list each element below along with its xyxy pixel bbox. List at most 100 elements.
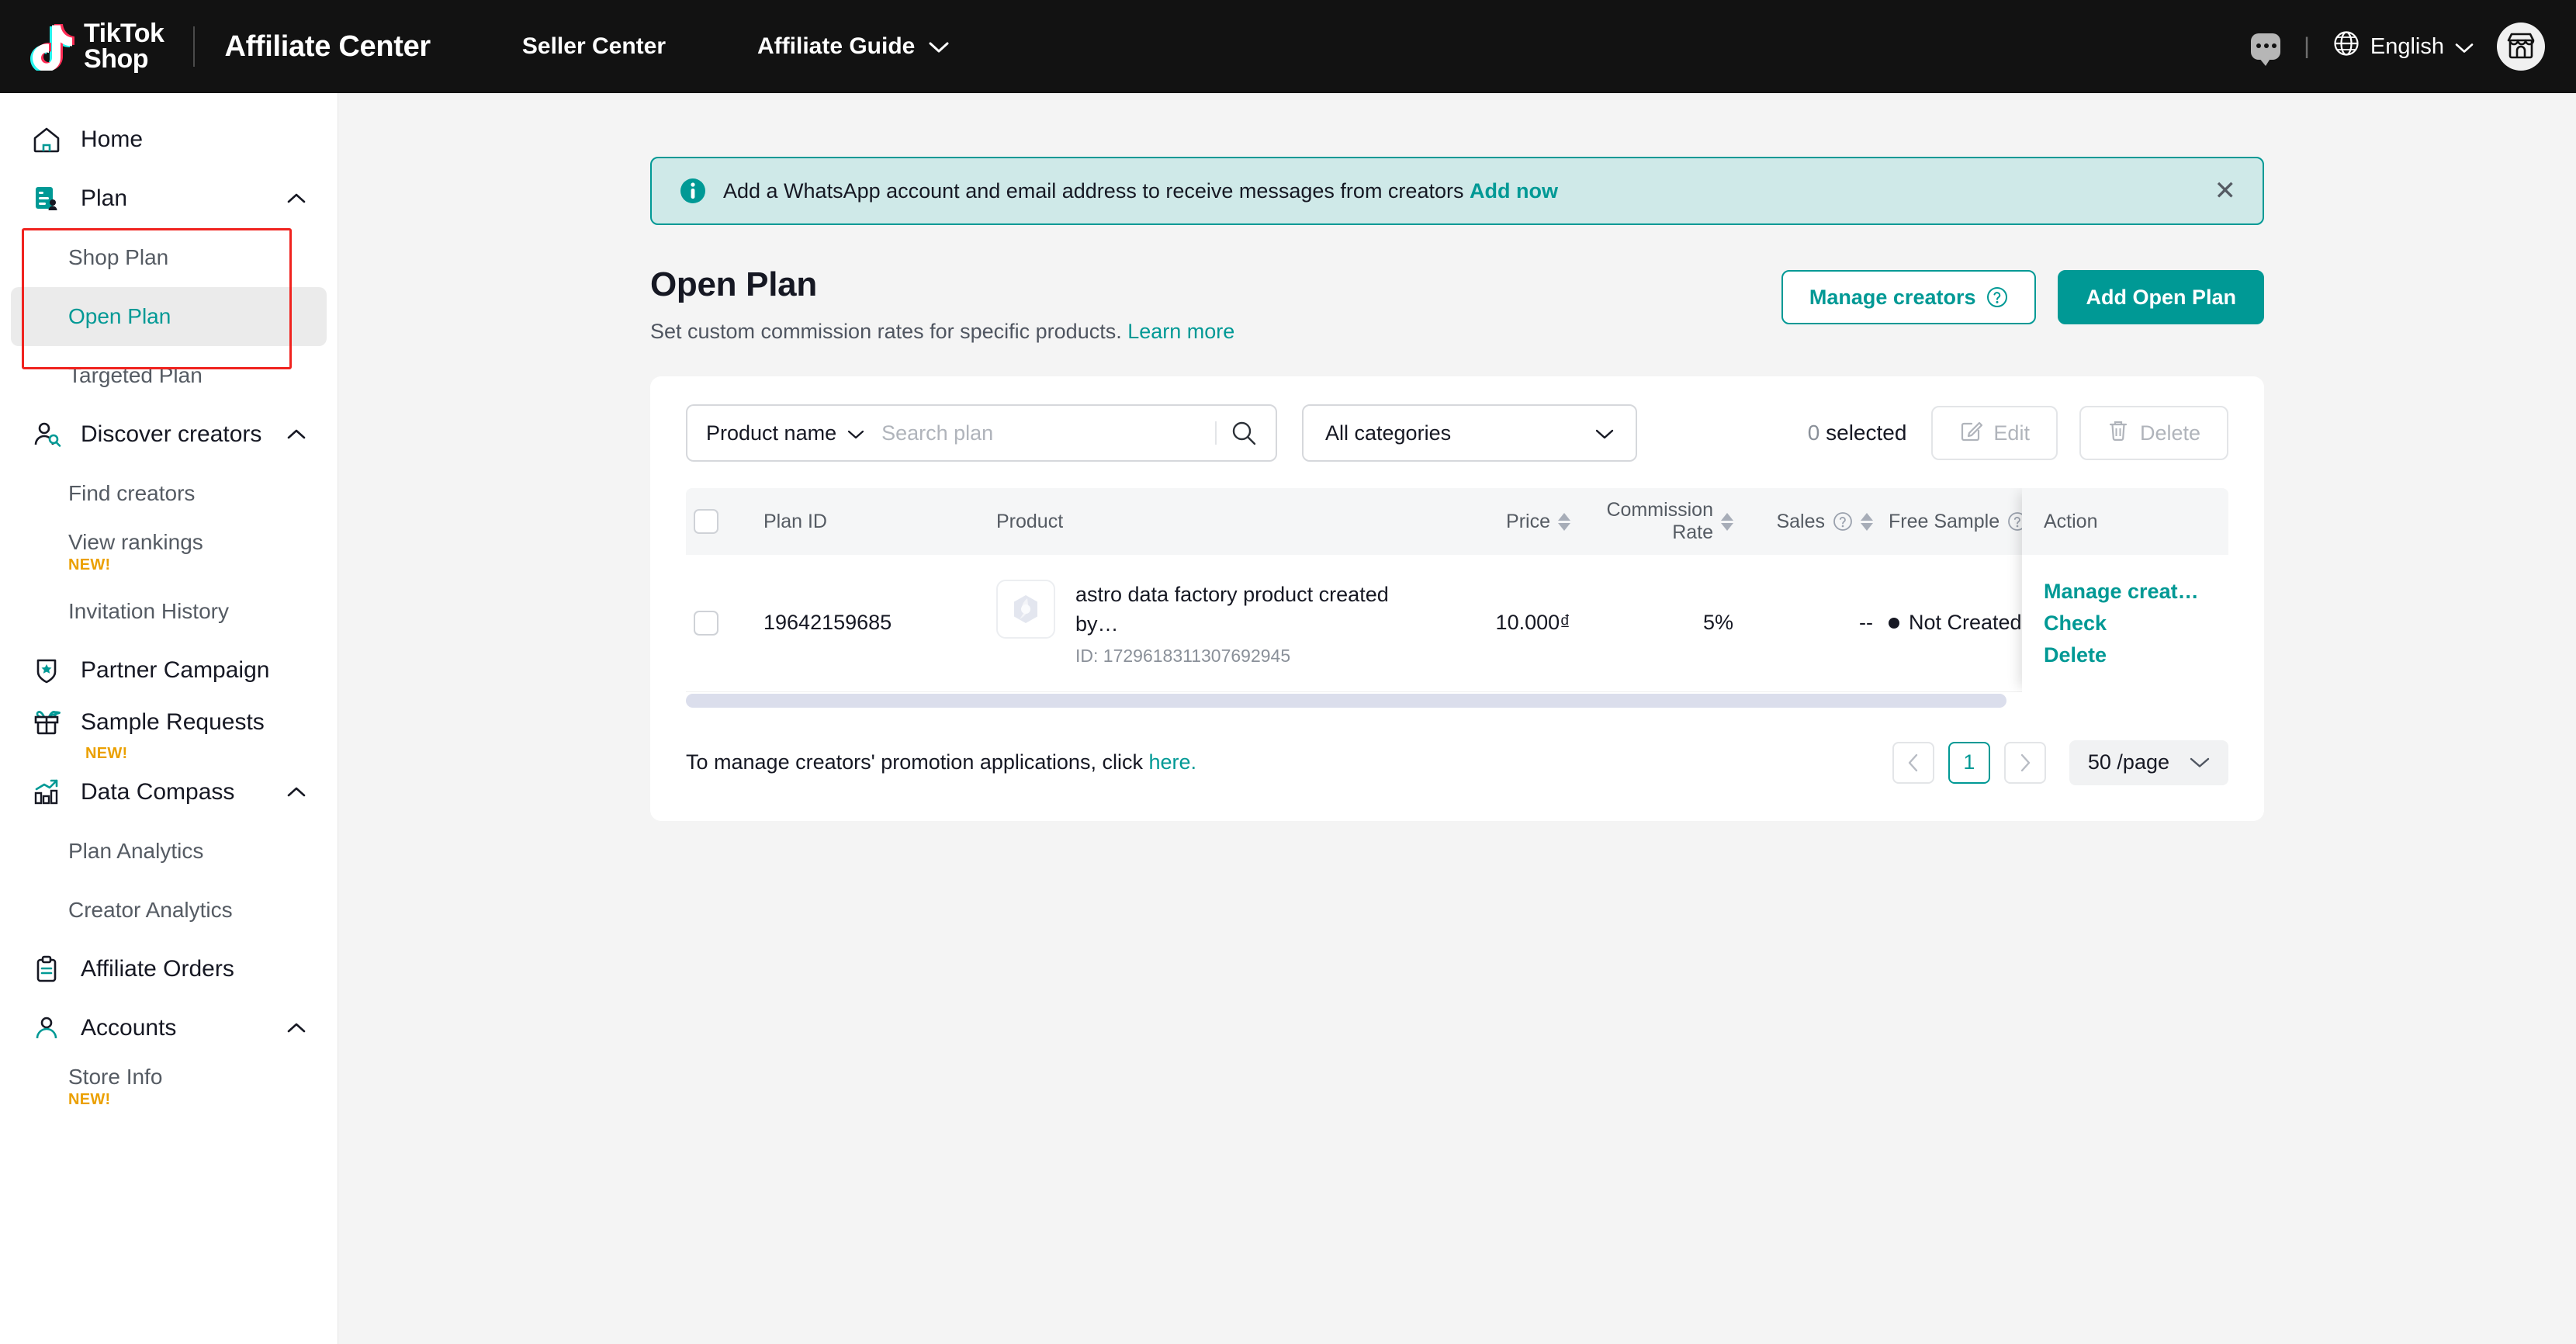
learn-more-link[interactable]: Learn more <box>1127 320 1234 343</box>
close-icon[interactable]: ✕ <box>2214 178 2237 204</box>
sidebar-item-view-rankings[interactable]: View rankings NEW! <box>11 523 327 582</box>
chevron-right-icon <box>2018 753 2032 773</box>
footer-note: To manage creators' promotion applicatio… <box>686 750 1196 774</box>
th-price-label: Price <box>1506 511 1550 533</box>
main-content: Add a WhatsApp account and email address… <box>338 93 2576 1344</box>
sidebar-item-home-label: Home <box>81 126 143 153</box>
select-all-checkbox[interactable] <box>694 509 718 534</box>
chevron-up-icon[interactable] <box>285 187 308 210</box>
scrollbar-thumb[interactable] <box>686 694 2006 708</box>
table-horizontal-scrollbar[interactable] <box>686 692 2228 709</box>
info-icon <box>678 176 708 206</box>
pagination-prev-button[interactable] <box>1892 742 1934 784</box>
store-avatar-button[interactable] <box>2497 23 2545 71</box>
header-right-divider: | <box>2304 33 2310 60</box>
cell-row-checkbox <box>686 555 756 691</box>
sidebar-item-discover-creators[interactable]: Discover creators <box>0 405 338 464</box>
sidebar-item-invitation-history[interactable]: Invitation History <box>11 582 327 641</box>
topnav-seller-center[interactable]: Seller Center <box>522 33 666 60</box>
chevron-up-icon[interactable] <box>285 781 308 804</box>
banner-add-now-link[interactable]: Add now <box>1470 179 1558 203</box>
search-field-label: Product name <box>706 421 836 445</box>
table-row: 19642159685 <box>686 555 2228 691</box>
sidebar-item-store-info[interactable]: Store Info NEW! <box>11 1058 327 1117</box>
product-name: astro data factory product created by… <box>1075 583 1389 636</box>
price-sort-icon[interactable] <box>1558 513 1570 531</box>
page-size-value: 50 /page <box>2088 750 2169 774</box>
topnav-affiliate-guide[interactable]: Affiliate Guide <box>757 33 949 60</box>
language-label: English <box>2370 34 2444 60</box>
header-divider <box>193 26 195 67</box>
category-select[interactable]: All categories <box>1302 404 1637 462</box>
search-field-selector[interactable]: Product name <box>706 421 864 445</box>
free-sample-status: Not Created <box>1909 611 2022 635</box>
tiktok-shop-logo[interactable]: TikTok Shop <box>29 21 164 71</box>
message-bubble-icon[interactable] <box>2251 33 2280 60</box>
chevron-down-icon <box>2455 34 2474 60</box>
th-plan-id-label: Plan ID <box>763 511 827 532</box>
commission-sort-icon[interactable] <box>1721 513 1733 531</box>
banner-text: Add a WhatsApp account and email address… <box>723 179 1558 203</box>
pagination-next-button[interactable] <box>2004 742 2046 784</box>
sidebar-item-targeted-plan[interactable]: Targeted Plan <box>11 346 327 405</box>
sales-sort-icon[interactable] <box>1861 513 1873 531</box>
page-size-select[interactable]: 50 /page <box>2069 740 2228 785</box>
sidebar-item-accounts[interactable]: Accounts <box>0 999 338 1058</box>
page-header-actions: Manage creators Add Open Plan <box>1781 265 2264 324</box>
footer-here-link[interactable]: here. <box>1148 750 1196 774</box>
sidebar-item-shop-plan[interactable]: Shop Plan <box>11 228 327 287</box>
delete-button[interactable]: Delete <box>2079 406 2228 460</box>
new-badge: NEW! <box>68 556 327 574</box>
logo-line-2: Shop <box>84 44 148 74</box>
sidebar-item-creator-analytics[interactable]: Creator Analytics <box>11 881 327 940</box>
sidebar-item-sample-requests[interactable]: Sample Requests <box>0 700 338 745</box>
language-selector[interactable]: English <box>2333 30 2474 63</box>
help-icon[interactable] <box>1833 511 1853 532</box>
sidebar-item-affiliate-orders-label: Affiliate Orders <box>81 956 234 982</box>
product-id: ID: 1729618311307692945 <box>1075 646 1400 667</box>
sidebar-item-affiliate-orders[interactable]: Affiliate Orders <box>0 940 338 999</box>
page-title: Open Plan <box>650 265 1234 304</box>
action-check[interactable]: Check <box>2044 611 2207 636</box>
sidebar-group-data-compass: Data Compass Plan Analytics Creator Anal… <box>0 763 338 940</box>
row-checkbox[interactable] <box>694 611 718 636</box>
th-commission-rate[interactable]: Commission Rate <box>1578 488 1741 555</box>
search-icon[interactable] <box>1231 420 1257 446</box>
sidebar-item-partner-campaign[interactable]: Partner Campaign <box>0 641 338 700</box>
toolbar-right: 0 selected Edit <box>1808 406 2228 460</box>
edit-button[interactable]: Edit <box>1931 406 2058 460</box>
chevron-up-icon[interactable] <box>285 423 308 446</box>
sidebar-item-plan[interactable]: Plan <box>0 169 338 228</box>
pagination-page-1[interactable]: 1 <box>1948 742 1990 784</box>
cell-plan-id: 19642159685 <box>756 555 989 691</box>
sidebar-item-home[interactable]: Home <box>0 110 338 169</box>
th-price[interactable]: Price <box>1407 488 1578 555</box>
table-head: Plan ID Product Price <box>686 488 2228 555</box>
sidebar-item-view-rankings-label: View rankings <box>68 531 327 555</box>
page-subtitle-text: Set custom commission rates for specific… <box>650 320 1127 343</box>
sidebar-item-creator-analytics-label: Creator Analytics <box>68 899 327 923</box>
discover-creators-icon <box>29 417 64 452</box>
add-open-plan-button[interactable]: Add Open Plan <box>2058 270 2264 324</box>
selected-count-number: 0 <box>1808 421 1820 445</box>
add-open-plan-label: Add Open Plan <box>2086 286 2236 310</box>
sidebar-sample-requests-badge-wrap: NEW! <box>0 745 338 763</box>
status-dot <box>1889 618 1899 629</box>
search-input[interactable] <box>881 421 1215 445</box>
manage-creators-button[interactable]: Manage creators <box>1781 270 2037 324</box>
chevron-up-icon[interactable] <box>285 1017 308 1040</box>
search-divider <box>1215 421 1217 445</box>
header-right-cluster: | English <box>2251 23 2545 71</box>
content-column: Add a WhatsApp account and email address… <box>650 93 2264 821</box>
sidebar-item-plan-analytics[interactable]: Plan Analytics <box>11 822 327 881</box>
sidebar-item-data-compass[interactable]: Data Compass <box>0 763 338 822</box>
th-sales[interactable]: Sales <box>1741 488 1881 555</box>
sidebar-item-open-plan[interactable]: Open Plan <box>11 287 327 346</box>
sidebar-item-find-creators[interactable]: Find creators <box>11 464 327 523</box>
sidebar-item-accounts-label: Accounts <box>81 1015 176 1041</box>
action-delete[interactable]: Delete <box>2044 643 2207 667</box>
plan-icon <box>29 182 64 216</box>
product-thumbnail <box>996 580 1055 639</box>
action-manage-creators[interactable]: Manage creat… <box>2044 580 2207 604</box>
table-footer: To manage creators' promotion applicatio… <box>686 709 2228 821</box>
